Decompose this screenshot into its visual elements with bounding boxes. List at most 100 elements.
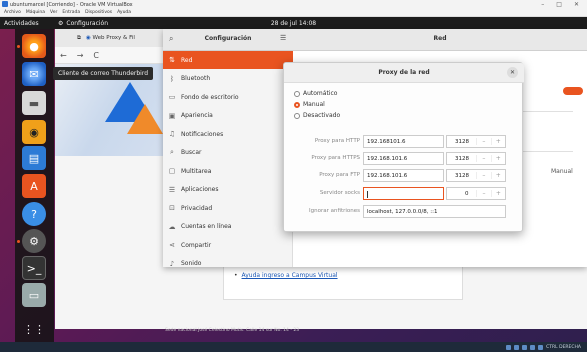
decrement-button[interactable]: – [476,190,490,197]
http-port-stepper[interactable]: 3128 – + [446,135,506,148]
sidebar-item-fondo-de-escritorio[interactable]: ▭ Fondo de escritorio [163,88,293,106]
show-apps-icon[interactable]: ⋮⋮ [22,317,46,341]
firefox-icon[interactable]: ● [22,34,46,58]
socks-port-stepper[interactable]: 0 – + [446,187,506,200]
software-center-icon[interactable]: A [22,174,46,198]
sidebar-item-compartir[interactable]: ⋖ Compartir [163,236,293,254]
vm-menu-entrada[interactable]: Entrada [62,10,80,15]
settings-app-icon[interactable]: ⚙ [22,229,46,253]
back-icon[interactable]: ← [60,51,67,60]
sidebar-item-notificaciones[interactable]: ♫ Notificaciones [163,125,293,143]
https-host-input[interactable]: 192.168.101.6 [363,152,444,165]
proxy-label: Proxy para HTTPS [311,155,360,161]
port-value[interactable]: 0 [447,191,476,197]
sidebar-item-aplicaciones[interactable]: ☰ Aplicaciones [163,181,293,199]
close-icon[interactable]: ✕ [574,1,579,8]
increment-button[interactable]: + [490,190,505,197]
minimize-icon[interactable]: – [541,1,544,8]
virtualbox-logo-icon [2,1,8,7]
radio-button [294,112,300,119]
terminal-icon[interactable]: >_ [22,256,46,280]
vm-window-controls: – □ ✕ [541,0,579,9]
drive-icon[interactable]: ▭ [22,283,46,307]
ftp-host-input[interactable]: 192.168.101.6 [363,169,444,182]
decrement-button[interactable]: – [476,138,490,145]
radio-label: Desactivado [303,112,341,119]
proxy-label: Proxy para FTP [319,172,360,178]
decrement-button[interactable]: – [476,155,490,162]
sidebar-item-sonido[interactable]: ♪ Sonido [163,255,293,273]
radio-desactivado[interactable]: Desactivado [294,112,340,119]
campus-help-link[interactable]: Ayuda ingreso a Campus Virtual [234,272,338,279]
vm-menu-ayuda[interactable]: Ayuda [117,10,131,15]
radio-automatico[interactable]: Automático [294,90,337,97]
ignore-hosts-input[interactable]: localhost, 127.0.0.0/8, ::1 [363,205,506,218]
sidebar-item-buscar[interactable]: ⌕ Buscar [163,144,293,162]
multitask-icon: ▢ [168,167,176,175]
sidebar-item-privacidad[interactable]: ⊡ Privacidad [163,199,293,217]
sidebar-item-bluetooth[interactable]: ᛒ Bluetooth [163,70,293,88]
tray-icon[interactable] [538,344,544,350]
browser-tab[interactable]: ◉ Web Proxy & Fil [86,35,135,41]
increment-button[interactable]: + [490,155,505,162]
decrement-button[interactable]: – [476,172,490,179]
settings-headerbar: ⌕ Configuración ☰ Red [163,29,587,51]
radio-label: Manual [303,101,325,108]
cloud-icon: ☁ [168,222,176,231]
tray-icon[interactable] [506,344,512,350]
port-value[interactable]: 3128 [447,173,476,179]
system-tray: CTRL DERECHA [506,343,581,351]
settings-sidebar: ⇅ Red ᛒ Bluetooth ▭ Fondo de escritorio ▣ Apari… [163,51,293,268]
reload-icon[interactable]: C [93,51,99,60]
sidebar-item-label: Compartir [181,241,212,249]
radio-button-selected [294,101,300,108]
maximize-icon[interactable]: □ [556,1,562,8]
ftp-port-stepper[interactable]: 3128 – + [446,169,506,182]
radio-label: Automático [303,90,338,97]
forward-icon[interactable]: → [77,51,84,60]
apps-icon: ☰ [168,185,176,194]
sidebar-item-red[interactable]: ⇅ Red [163,51,293,69]
thunderbird-icon[interactable]: ✉ [22,62,46,86]
browser-tab-label: Web Proxy & Fil [92,35,135,41]
ubuntu-top-bar: Actividades ⚙ Configuración 28 de jul 14… [0,17,587,29]
files-icon[interactable]: ▬ [22,91,46,115]
vm-menu-dispositivos[interactable]: Dispositivos [85,10,112,15]
writer-icon[interactable]: ▤ [22,146,46,170]
tray-icon[interactable] [530,344,536,350]
increment-button[interactable]: + [490,138,505,145]
activities-button[interactable]: Actividades [0,20,58,27]
vm-menu-ver[interactable]: Ver [50,10,57,15]
rhythmbox-icon[interactable]: ◉ [22,120,46,144]
sidebar-item-multitarea[interactable]: ▢ Multitarea [163,162,293,180]
hamburger-menu-icon[interactable]: ☰ [280,34,286,42]
sidebar-item-cuentas-en-l-nea[interactable]: ☁ Cuentas en línea [163,218,293,236]
proxy-label: Proxy para HTTP [314,138,360,144]
proxy-row-https: Proxy para HTTPS 192.168.101.6 3128 – + [284,152,524,165]
proxy-mode-label: Manual [551,168,573,175]
clock[interactable]: 28 de jul 14:08 [271,20,316,27]
port-value[interactable]: 3128 [447,139,476,145]
tray-icon[interactable] [522,344,528,350]
tabs-overview-icon[interactable]: ⧉ [77,35,81,42]
vm-menu-maquina[interactable]: Máquina [26,10,45,15]
https-port-stepper[interactable]: 3128 – + [446,152,506,165]
proxy-label: Servidor socks [319,190,360,196]
help-icon[interactable]: ? [22,202,46,226]
vm-menu-archivo[interactable]: Archivo [4,10,21,15]
proxy-dialog-title: Proxy de la red [378,69,430,76]
page-title: Red [433,35,447,42]
tray-icon[interactable] [514,344,520,350]
wired-toggle[interactable] [563,87,583,95]
socks-host-input[interactable] [363,187,444,200]
bluetooth-icon: ᛒ [169,74,175,83]
increment-button[interactable]: + [490,172,505,179]
appearance-icon: ▣ [168,111,176,120]
port-value[interactable]: 3128 [447,156,476,162]
dialog-close-button[interactable]: ✕ [507,67,518,78]
radio-manual[interactable]: Manual [294,101,325,108]
app-menu-label: Configuración [66,19,109,27]
sidebar-item-apariencia[interactable]: ▣ Apariencia [163,107,293,125]
app-menu[interactable]: ⚙ Configuración [58,20,108,27]
http-host-input[interactable]: 192.168101.6 [363,135,444,148]
